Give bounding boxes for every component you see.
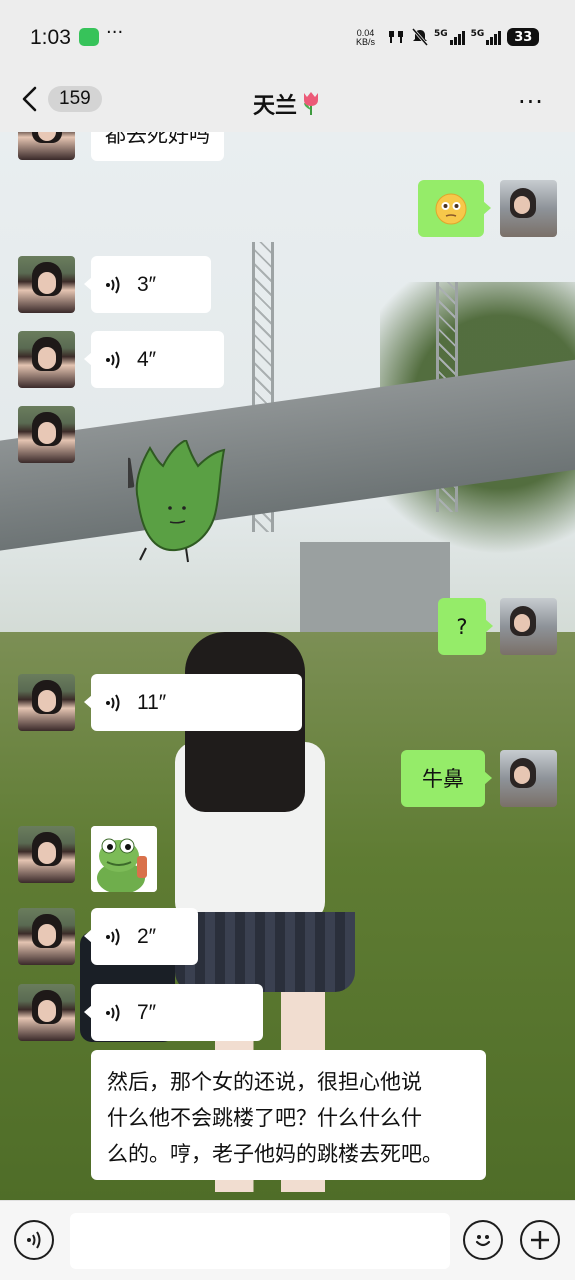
input-bar — [0, 1200, 575, 1280]
tulip-icon — [304, 92, 318, 115]
my-avatar[interactable] — [500, 180, 557, 237]
message-text: 牛鼻 — [422, 766, 464, 791]
earbuds-icon — [389, 31, 403, 43]
my-avatar[interactable] — [500, 598, 557, 655]
my-avatar[interactable] — [500, 750, 557, 807]
battery-indicator: 33 — [507, 28, 540, 46]
contact-avatar[interactable] — [18, 984, 75, 1041]
voice-wave-icon — [106, 927, 120, 946]
more-options-button[interactable]: ··· — [518, 88, 544, 116]
message-input[interactable] — [70, 1213, 450, 1269]
chat-background-image — [0, 132, 575, 1200]
voice-duration: 11″ — [137, 690, 167, 714]
voice-duration: 7″ — [137, 1000, 157, 1024]
voice-wave-icon — [106, 693, 120, 712]
status-bar: 1:03 ··· 0.04 KB/s 5G 5G 33 — [0, 0, 575, 76]
frog-icon — [91, 826, 157, 892]
voice-wave-icon — [106, 275, 120, 294]
emoji-message[interactable] — [418, 180, 491, 237]
leaf-character-sticker[interactable] — [128, 440, 226, 575]
status-time: 1:03 — [30, 26, 71, 49]
status-more-notifications: ··· — [106, 22, 124, 43]
voice-duration: 2″ — [137, 924, 157, 948]
transcript-line: 然后，那个女的还说，很担心他说 — [107, 1070, 422, 1094]
emoji-button[interactable] — [463, 1220, 503, 1260]
voice-duration: 4″ — [137, 347, 157, 371]
contact-name: 天兰 — [252, 94, 297, 119]
plus-button[interactable] — [520, 1220, 560, 1260]
voice-message[interactable]: 3″ — [84, 256, 211, 313]
contact-avatar[interactable] — [18, 331, 75, 388]
voice-message[interactable]: 2″ — [84, 908, 198, 965]
wechat-notification-icon — [79, 28, 99, 46]
chat-title[interactable]: 天兰 — [0, 88, 575, 120]
voice-duration: 3″ — [137, 272, 157, 296]
chat-header: 159 天兰 ··· — [0, 76, 575, 132]
message-text: ? — [456, 614, 468, 639]
voice-icon — [27, 1231, 41, 1249]
signal-sim1-icon: 5G — [434, 29, 465, 45]
network-speed: 0.04 KB/s — [356, 29, 375, 47]
frog-sticker[interactable] — [91, 826, 157, 892]
contact-avatar[interactable] — [18, 908, 75, 965]
voice-transcript[interactable]: 然后，那个女的还说，很担心他说 什么他不会跳楼了吧？什么什么什 么的。哼，老子他… — [91, 1050, 486, 1180]
text-message[interactable]: ? — [438, 598, 493, 655]
transcript-line: 什么他不会跳楼了吧？什么什么什 — [107, 1106, 422, 1130]
contact-avatar[interactable] — [18, 826, 75, 883]
voice-message[interactable]: 4″ — [84, 331, 224, 388]
smile-icon — [475, 1235, 491, 1247]
network-speed-unit: KB/s — [356, 37, 376, 47]
text-message[interactable]: 牛鼻 — [401, 750, 492, 807]
signal-sim2-icon: 5G — [471, 29, 502, 45]
voice-wave-icon — [106, 1003, 120, 1022]
contact-avatar[interactable] — [18, 674, 75, 731]
voice-input-button[interactable] — [14, 1220, 54, 1260]
voice-message[interactable]: 11″ — [84, 674, 302, 731]
mute-bell-icon — [412, 28, 428, 46]
voice-message[interactable]: 7″ — [84, 984, 263, 1041]
plus-icon — [531, 1231, 549, 1249]
transcript-line: 么的。哼，老子他妈的跳楼去死吧。 — [107, 1142, 443, 1166]
voice-wave-icon — [106, 350, 120, 369]
contact-avatar[interactable] — [18, 406, 75, 463]
contact-avatar[interactable] — [18, 256, 75, 313]
status-icons: 5G 5G 33 — [386, 28, 540, 46]
flushed-face-emoji — [435, 193, 467, 224]
